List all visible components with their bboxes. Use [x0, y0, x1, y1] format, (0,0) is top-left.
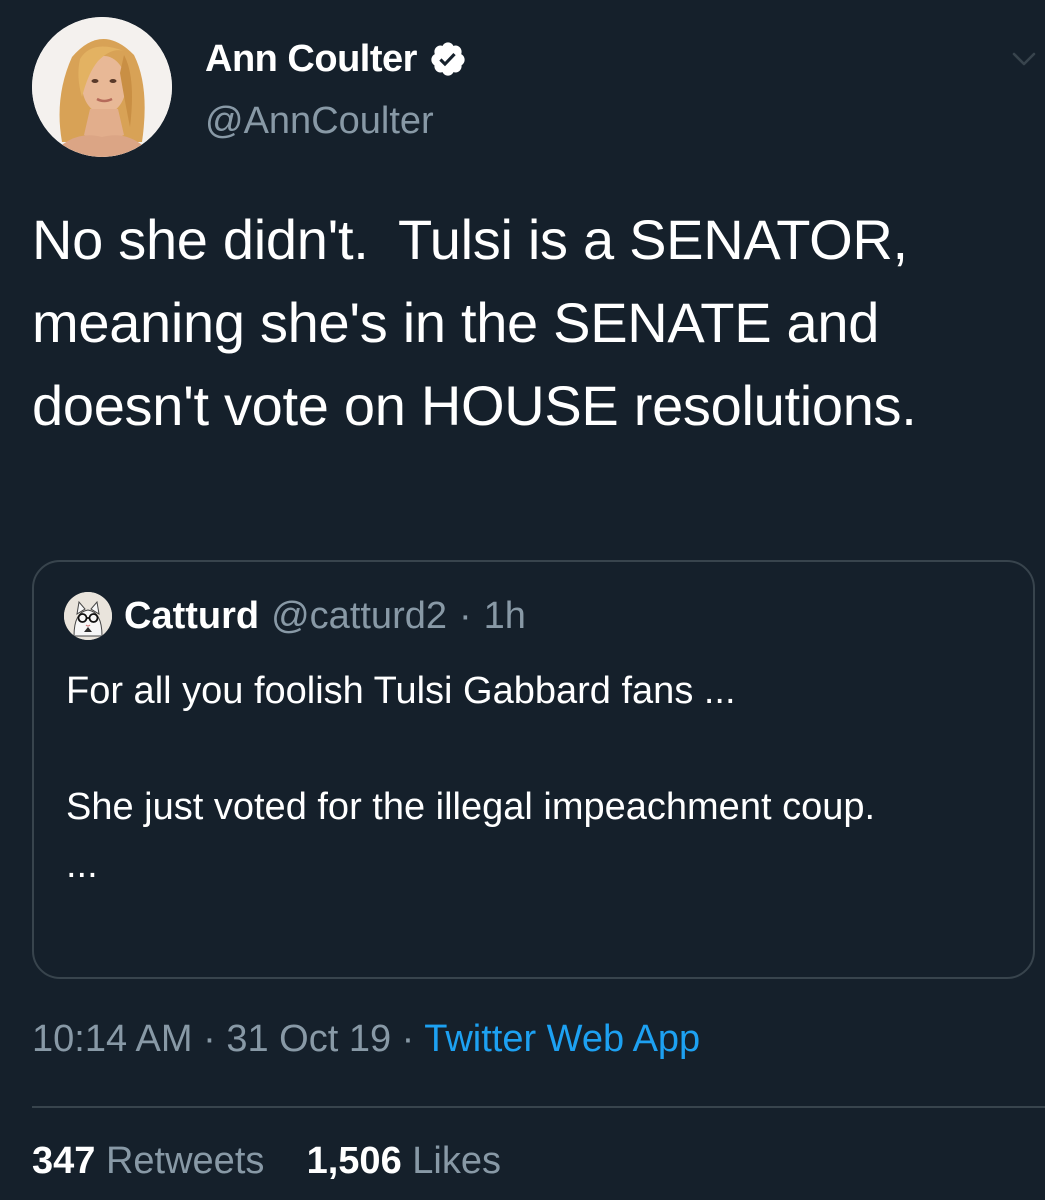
tweet-stats: 347 Retweets 1,506 Likes	[32, 1140, 501, 1183]
likes-count: 1,506	[306, 1140, 402, 1182]
tweet-time[interactable]: 10:14 AM	[32, 1018, 193, 1060]
quoted-timestamp[interactable]: 1h	[484, 595, 526, 638]
tweet-meta: 10:14 AM · 31 Oct 19 · Twitter Web App	[32, 1018, 700, 1061]
author-handle[interactable]: @AnnCoulter	[205, 100, 434, 143]
quoted-tweet-header: Catturd @catturd2 · 1h	[64, 588, 526, 644]
meta-separator: ·	[203, 1018, 216, 1060]
author-avatar[interactable]	[32, 17, 172, 157]
retweets-count: 347	[32, 1140, 96, 1182]
tweet-text: No she didn't. Tulsi is a SENATOR, meani…	[32, 208, 924, 437]
quoted-text-ellipsis: ...	[66, 844, 98, 886]
cat-avatar-icon	[64, 592, 112, 640]
quoted-tweet-text: For all you foolish Tulsi Gabbard fans .…	[66, 662, 1006, 894]
quoted-tweet-card[interactable]: Catturd @catturd2 · 1h For all you fooli…	[32, 560, 1035, 979]
author-name[interactable]: Ann Coulter	[205, 38, 417, 81]
author-name-row[interactable]: Ann Coulter	[205, 36, 467, 82]
divider	[32, 1106, 1045, 1108]
meta-separator: ·	[401, 1018, 415, 1060]
quoted-text-line: For all you foolish Tulsi Gabbard fans .…	[66, 670, 736, 712]
verified-badge-icon	[431, 42, 465, 76]
quoted-text-line: She just voted for the illegal impeachme…	[66, 786, 876, 828]
tweet-date[interactable]: 31 Oct 19	[226, 1018, 391, 1060]
quoted-author-handle[interactable]: @catturd2	[271, 595, 447, 638]
profile-photo-icon	[32, 17, 172, 157]
likes-label: Likes	[412, 1140, 501, 1182]
retweets-label: Retweets	[105, 1140, 265, 1182]
quoted-author-name[interactable]: Catturd	[124, 595, 259, 638]
tweet-source-link[interactable]: Twitter Web App	[424, 1018, 700, 1060]
quoted-author-avatar[interactable]	[64, 592, 112, 640]
retweets-stat[interactable]: 347 Retweets	[32, 1140, 264, 1182]
likes-stat[interactable]: 1,506 Likes	[307, 1140, 501, 1182]
quoted-separator: ·	[459, 594, 472, 637]
chevron-down-icon[interactable]	[1012, 50, 1036, 68]
